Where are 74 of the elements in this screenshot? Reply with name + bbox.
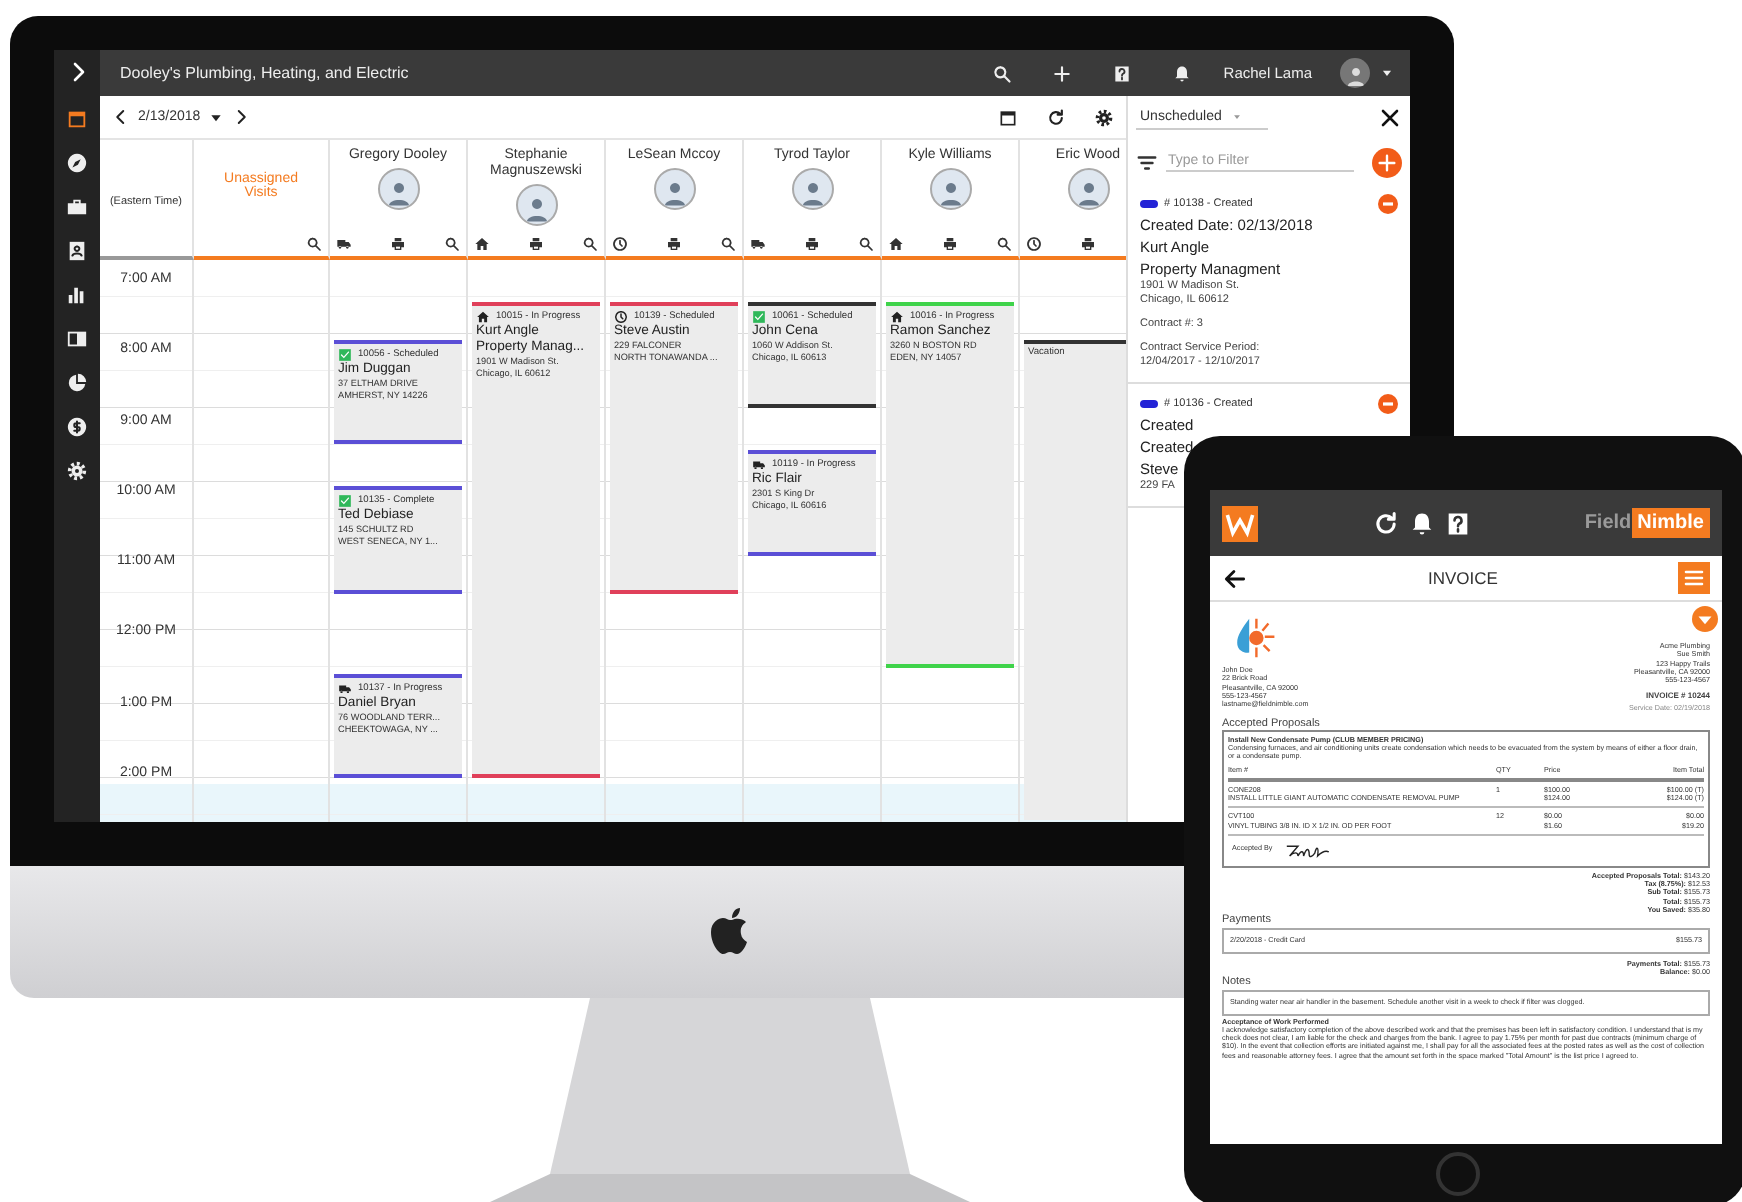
settings-icon[interactable] (1094, 107, 1114, 127)
contact-icon[interactable] (66, 239, 88, 261)
zoom-icon[interactable] (858, 236, 874, 252)
status-icon (476, 310, 490, 324)
person-icon (1073, 178, 1103, 208)
refresh-icon[interactable] (1046, 107, 1066, 127)
search-icon[interactable] (991, 63, 1012, 83)
status-icon (338, 682, 352, 696)
zoom-icon[interactable] (306, 236, 322, 252)
collapse-button[interactable] (1378, 394, 1398, 414)
printer-icon[interactable] (804, 236, 820, 252)
status-icon (888, 236, 904, 252)
barchart-icon[interactable] (66, 283, 88, 305)
status-icon (614, 310, 628, 324)
caret-icon[interactable] (1380, 66, 1394, 80)
printer-icon[interactable] (1080, 236, 1096, 252)
status-icon (474, 236, 490, 252)
printer-icon[interactable] (528, 236, 544, 252)
status-icon (750, 236, 766, 252)
caret-icon (1231, 112, 1242, 122)
person-icon (383, 178, 413, 208)
dollar-icon[interactable] (66, 415, 88, 437)
printer-icon[interactable] (942, 236, 958, 252)
notification-icon[interactable] (1171, 63, 1192, 83)
status-icon (752, 458, 766, 472)
window-title: Dooley's Plumbing, Heating, and Electric (120, 64, 411, 82)
person-icon (797, 178, 827, 208)
status-icon (338, 494, 352, 508)
previous-icon[interactable] (112, 108, 130, 126)
status-icon (612, 236, 628, 252)
caret-icon[interactable] (208, 109, 225, 125)
person-icon (1343, 64, 1367, 88)
user-avatar[interactable] (1340, 58, 1370, 88)
filter-icon (1136, 151, 1158, 173)
add-icon[interactable] (1051, 63, 1072, 83)
close-icon[interactable] (1378, 106, 1402, 130)
gear-icon[interactable] (66, 459, 88, 481)
refresh-icon[interactable] (1371, 509, 1400, 537)
status-pill-icon (1140, 200, 1158, 208)
pie-icon[interactable] (66, 371, 88, 393)
menu-icon (1682, 566, 1706, 590)
plus-icon (1376, 151, 1398, 173)
person-icon (659, 178, 689, 208)
brand-name: Nimble (1631, 508, 1710, 538)
calendar-icon[interactable] (998, 107, 1018, 127)
help-icon[interactable] (1443, 509, 1472, 537)
notification-icon[interactable] (1407, 509, 1436, 537)
zoom-icon[interactable] (444, 236, 460, 252)
printer-icon[interactable] (390, 236, 406, 252)
add-button[interactable] (1372, 147, 1402, 177)
status-icon (1026, 236, 1042, 252)
brand-name: Field (1584, 512, 1632, 534)
compass-icon[interactable] (66, 151, 88, 173)
person-icon (935, 178, 965, 208)
status-icon (890, 310, 904, 324)
book-icon[interactable] (66, 327, 88, 349)
next-icon[interactable] (232, 108, 251, 126)
collapse-button[interactable] (1378, 194, 1398, 214)
status-icon (338, 348, 352, 362)
calendar-icon[interactable] (66, 107, 88, 129)
status-pill-icon (1140, 400, 1158, 408)
zoom-icon[interactable] (582, 236, 598, 252)
briefcase-icon[interactable] (66, 195, 88, 217)
zoom-icon[interactable] (720, 236, 736, 252)
menu-button[interactable] (1678, 562, 1710, 594)
zoom-icon[interactable] (996, 236, 1012, 252)
page-title: INVOICE (1426, 568, 1500, 588)
expand-button[interactable] (1692, 606, 1718, 632)
person-icon (521, 194, 551, 224)
help-icon[interactable] (1111, 63, 1132, 83)
printer-icon[interactable] (666, 236, 682, 252)
back-icon[interactable] (1222, 565, 1248, 591)
status-icon (336, 236, 352, 252)
status-icon (752, 310, 766, 324)
